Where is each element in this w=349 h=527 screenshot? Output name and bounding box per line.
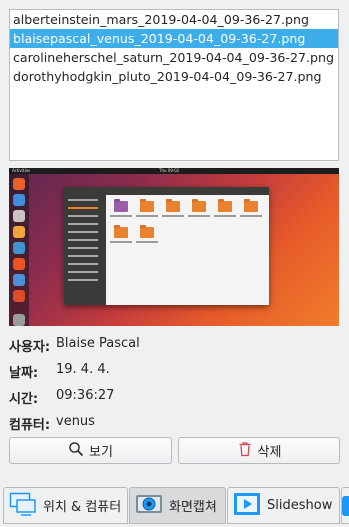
thunderbird-icon [13, 194, 25, 206]
search-icon [68, 441, 84, 461]
folder-icon [140, 199, 154, 212]
preview-file-manager-titlebar [64, 187, 269, 195]
folder-icon [244, 199, 258, 212]
amazon-icon [13, 290, 25, 302]
preview-dock [9, 174, 29, 326]
tab-location-computer-label: 위치 & 컴퓨터 [43, 500, 122, 515]
tab-slideshow-label: Slideshow [267, 498, 333, 513]
tab-location-computer[interactable]: 위치 & 컴퓨터 [3, 487, 128, 524]
apps-grid-icon [13, 314, 25, 326]
user-value: Blaise Pascal [56, 336, 140, 351]
preview-file-manager-sidebar [64, 195, 106, 305]
computer-value: venus [56, 414, 95, 429]
help-icon [13, 274, 25, 286]
tab-slideshow[interactable]: Slideshow [227, 487, 340, 524]
trash-icon [237, 441, 253, 461]
file-list-item-selected[interactable]: blaisepascal_venus_2019-04-04_09-36-27.p… [10, 29, 338, 48]
files-icon [13, 210, 25, 222]
folder-icon [114, 225, 128, 238]
date-value: 19. 4. 4. [56, 362, 110, 377]
preview-top-bar: Activities Thu 09:02 [9, 168, 339, 174]
camera-icon [135, 492, 163, 520]
tab-overflow[interactable] [341, 487, 349, 524]
rhythmbox-icon [13, 226, 25, 238]
file-list-item[interactable]: dorothyhodgkin_pluto_2019-04-04_09-36-27… [10, 67, 338, 86]
folder-icon [192, 199, 206, 212]
file-list-item[interactable]: alberteinstein_mars_2019-04-04_09-36-27.… [10, 10, 338, 29]
writer-icon [13, 242, 25, 254]
screenshot-preview: Activities Thu 09:02 [9, 168, 339, 326]
folder-icon [114, 199, 128, 212]
folder-icon [166, 199, 180, 212]
view-button[interactable]: 보기 [9, 437, 172, 464]
software-icon [13, 258, 25, 270]
delete-button-label: 삭제 [257, 445, 282, 460]
tab-overflow-icon [342, 495, 349, 516]
bottom-tab-bar: 위치 & 컴퓨터 화면캡쳐 Slideshow [0, 486, 349, 527]
time-label: 시간: [9, 392, 39, 407]
tab-screenshot[interactable]: 화면캡쳐 [129, 487, 226, 524]
folder-icon [218, 199, 232, 212]
preview-clock-label: Thu 09:02 [159, 168, 180, 173]
user-label: 사용자: [9, 340, 51, 355]
time-value: 09:36:27 [56, 388, 115, 403]
file-list-item[interactable]: carolineherschel_saturn_2019-04-04_09-36… [10, 48, 338, 67]
computer-label: 컴퓨터: [9, 418, 51, 433]
tab-screenshot-label: 화면캡쳐 [169, 500, 217, 515]
folder-icon [140, 225, 154, 238]
view-button-label: 보기 [89, 445, 113, 460]
slideshow-icon [233, 491, 261, 521]
delete-button[interactable]: 삭제 [178, 437, 340, 464]
date-label: 날짜: [9, 366, 39, 381]
monitor-icon [9, 491, 37, 521]
screenshot-file-list[interactable]: alberteinstein_mars_2019-04-04_09-36-27.… [9, 9, 339, 161]
preview-file-manager-window [64, 187, 269, 305]
firefox-icon [13, 178, 25, 190]
